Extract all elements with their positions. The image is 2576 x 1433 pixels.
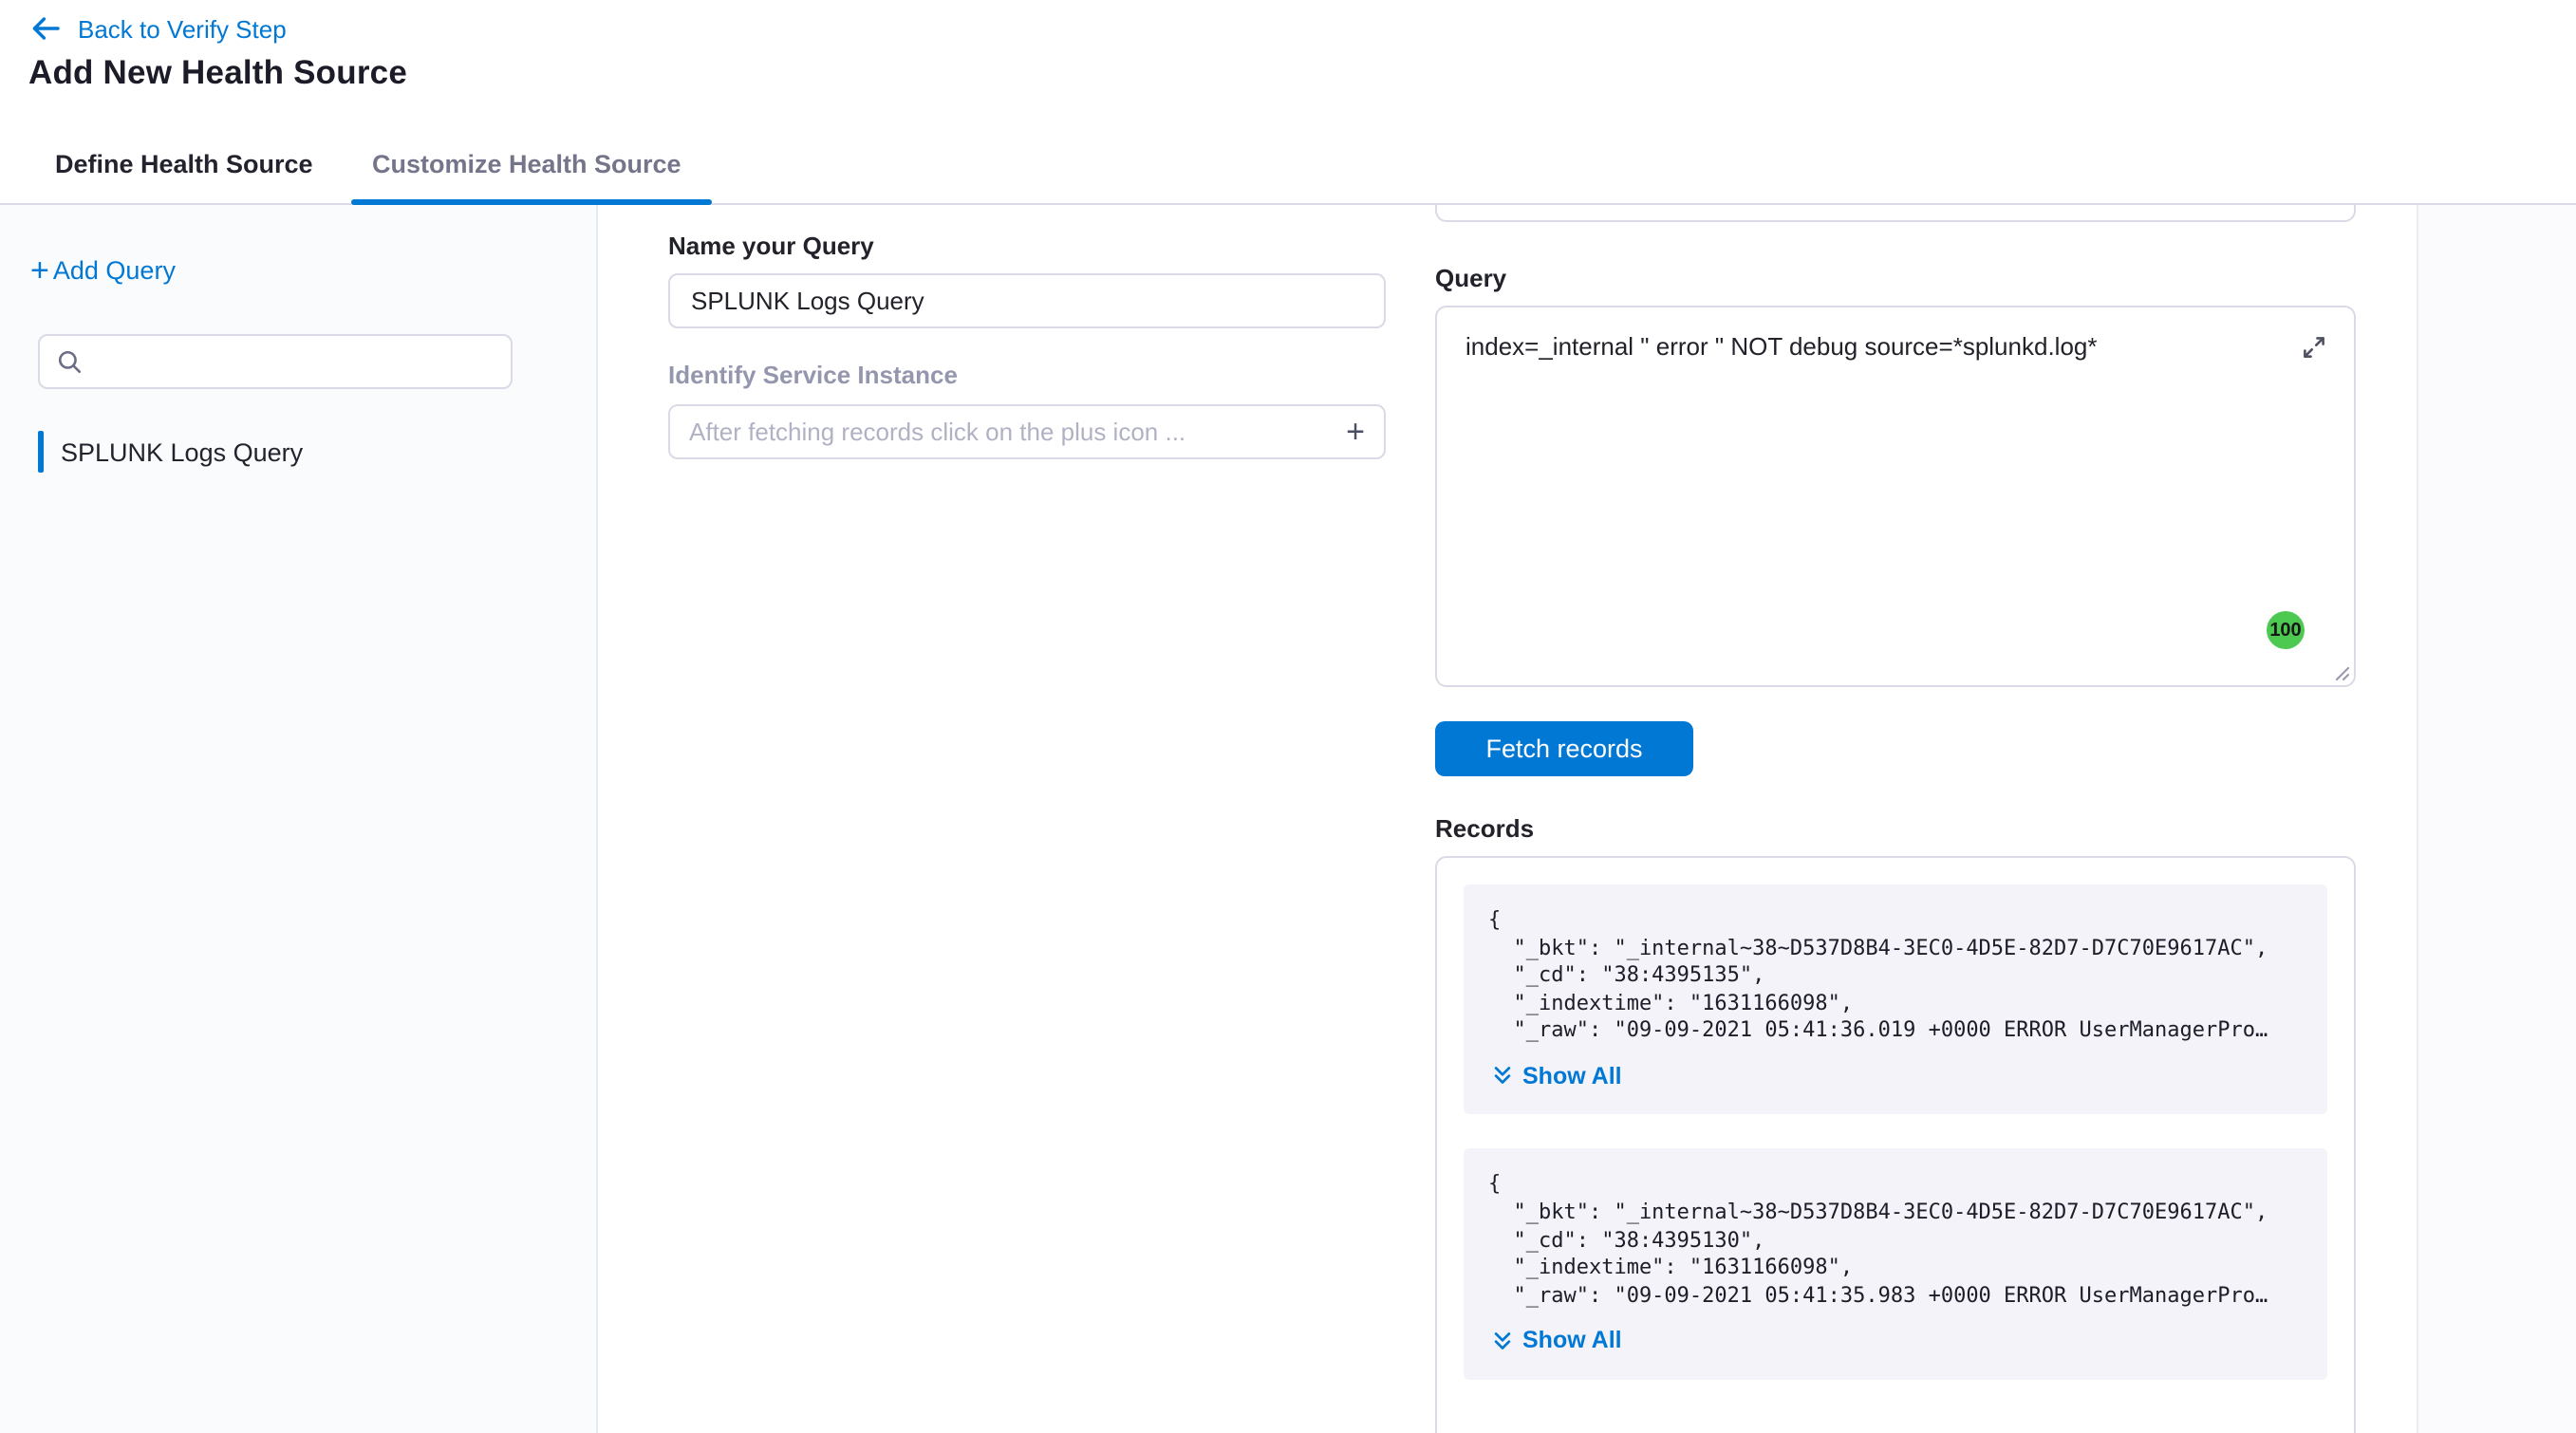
show-all-button[interactable]: Show All [1492,1328,1622,1354]
tab-define-health-source[interactable]: Define Health Source [55,123,313,203]
page-title: Add New Health Source [28,53,407,93]
record-card: { "_bkt": "_internal~38~D537D8B4-3EC0-4D… [1464,1149,2327,1380]
search-input[interactable] [95,347,494,376]
query-name-input[interactable] [668,273,1386,328]
clipped-input-above[interactable] [1435,205,2356,222]
record-json-line: "_cd": "38:4395130", [1488,1227,2303,1255]
record-json-line: "_indextime": "1631166098", [1488,1256,2303,1283]
right-gutter [2417,205,2576,1433]
service-instance-field: + [668,404,1386,459]
record-json-line: "_raw": "09-09-2021 05:41:36.019 +0000 E… [1488,1018,2303,1046]
query-editor: index=_internal " error " NOT debug sour… [1435,306,2356,687]
double-chevron-down-icon [1492,1331,1513,1351]
sidebar-item-splunk-logs-query[interactable]: SPLUNK Logs Query [38,431,303,473]
record-card: { "_bkt": "_internal~38~D537D8B4-3EC0-4D… [1464,884,2327,1115]
records-label: Records [1435,814,1534,843]
query-textarea[interactable]: index=_internal " error " NOT debug sour… [1437,307,2354,685]
record-json-line: "_bkt": "_internal~38~D537D8B4-3EC0-4D5E… [1488,935,2303,962]
plus-icon: + [30,254,49,287]
record-json-line: "_bkt": "_internal~38~D537D8B4-3EC0-4D5E… [1488,1200,2303,1227]
show-all-label: Show All [1522,1063,1622,1089]
content-area: + Add Query SPLUNK Logs Query Name your … [0,205,2576,1433]
page: Back to Verify Step Add New Health Sourc… [0,0,2576,1433]
record-json-line: { [1488,1172,2303,1200]
expand-query-button[interactable] [2289,323,2339,372]
query-item-label: SPLUNK Logs Query [61,437,303,466]
record-json-line: "_raw": "09-09-2021 05:41:35.983 +0000 E… [1488,1283,2303,1311]
back-link[interactable]: Back to Verify Step [78,14,287,43]
tab-customize-health-source[interactable]: Customize Health Source [372,123,681,203]
query-sidebar: + Add Query SPLUNK Logs Query [0,205,598,1433]
service-instance-input[interactable] [689,418,1335,446]
query-label: Query [1435,264,1506,292]
record-json-line: "_indextime": "1631166098", [1488,991,2303,1018]
show-all-label: Show All [1522,1328,1622,1354]
record-json-line: "_cd": "38:4395135", [1488,962,2303,990]
record-json-line: { [1488,907,2303,935]
tab-bar: Define Health Source Customize Health So… [0,123,2576,205]
fetch-records-button[interactable]: Fetch records [1435,721,1693,776]
show-all-button[interactable]: Show All [1492,1063,1622,1089]
add-service-instance-plus-icon[interactable]: + [1335,416,1365,448]
search-icon [57,349,82,374]
add-query-label: Add Query [53,256,176,285]
identify-service-instance-label: Identify Service Instance [668,361,958,389]
selected-indicator [38,431,44,473]
records-panel: { "_bkt": "_internal~38~D537D8B4-3EC0-4D… [1435,856,2356,1433]
double-chevron-down-icon [1492,1066,1513,1087]
name-your-query-label: Name your Query [668,232,874,260]
resize-grip-icon[interactable] [2331,662,2350,681]
back-arrow-icon[interactable] [30,13,61,44]
record-count-badge: 100 [2267,611,2305,649]
query-search-box [38,334,513,389]
back-button[interactable]: Back to Verify Step [30,11,287,46]
add-query-button[interactable]: + Add Query [30,254,176,287]
